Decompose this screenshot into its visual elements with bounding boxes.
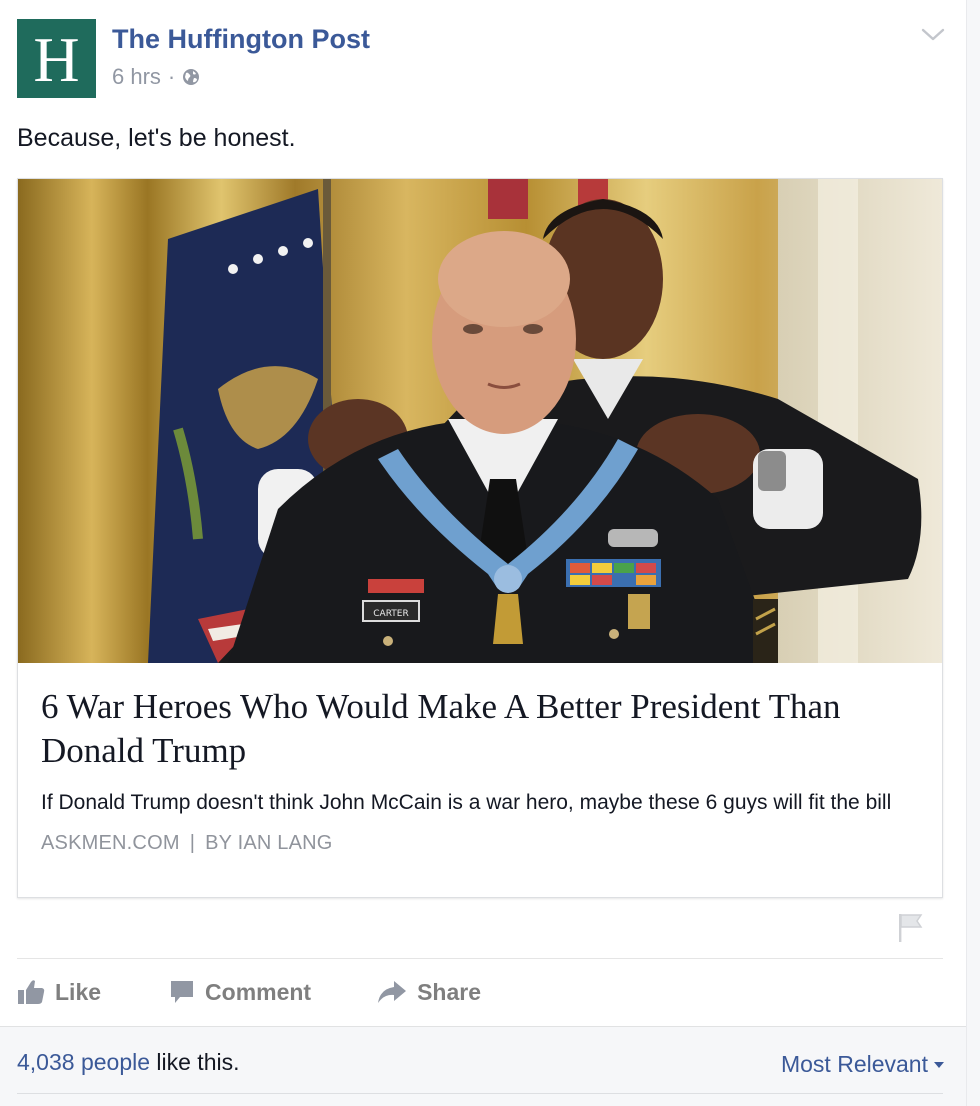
globe-icon[interactable] <box>182 68 200 86</box>
likes-bottom-divider <box>17 1093 943 1094</box>
source-separator: | <box>189 832 196 854</box>
post-meta: 6 hrs · <box>112 64 200 90</box>
like-label: Like <box>55 978 102 1005</box>
chevron-down-icon[interactable] <box>920 24 946 44</box>
likes-suffix: like this. <box>150 1049 240 1075</box>
thumbs-up-icon <box>18 980 45 1004</box>
caret-down-icon <box>934 1061 944 1068</box>
soldier-nametag: CARTER <box>373 609 408 619</box>
page-scrollbar-track[interactable] <box>966 0 980 1106</box>
share-arrow-icon <box>378 981 407 1003</box>
link-preview-card[interactable]: CARTER 6 War Heroes Who Would Make A Bet… <box>17 178 943 898</box>
sort-label: Most Relevant <box>780 1051 928 1077</box>
comment-sort-dropdown[interactable]: Most Relevant <box>781 1051 944 1078</box>
post-message: Because, let's be honest. <box>17 124 296 152</box>
comment-icon <box>171 981 194 1003</box>
comment-button[interactable]: Comment <box>169 979 311 1006</box>
link-description: If Donald Trump doesn't think John McCai… <box>41 791 892 814</box>
link-preview-image[interactable]: CARTER <box>18 179 942 663</box>
link-source-domain: ASKMEN.COM <box>41 832 180 854</box>
flag-icon[interactable] <box>896 912 924 944</box>
link-byline: BY IAN LANG <box>205 832 333 854</box>
likes-count-link[interactable]: 4,038 people <box>17 1049 150 1075</box>
post-actions: Like Comment Share <box>17 974 481 1010</box>
share-label: Share <box>417 978 482 1005</box>
comment-label: Comment <box>205 978 312 1005</box>
avatar-letter: H <box>33 23 80 95</box>
page-name-link[interactable]: The Huffington Post <box>112 24 370 55</box>
like-button[interactable]: Like <box>17 979 101 1006</box>
link-title[interactable]: 6 War Heroes Who Would Make A Better Pre… <box>41 685 921 773</box>
link-source-line: ASKMEN.COM | BY IAN LANG <box>41 832 921 855</box>
post-timestamp[interactable]: 6 hrs <box>112 64 161 90</box>
share-button[interactable]: Share <box>377 979 481 1006</box>
page-avatar[interactable]: H <box>17 19 96 98</box>
feed-post: H The Huffington Post 6 hrs · Because, l… <box>0 0 966 1106</box>
likes-summary-bar: 4,038 people like this. Most Relevant <box>0 1026 966 1106</box>
link-preview-body: 6 War Heroes Who Would Make A Better Pre… <box>41 685 921 855</box>
meta-dot: · <box>167 64 176 89</box>
actions-divider <box>17 958 943 959</box>
likes-summary: 4,038 people like this. <box>17 1049 240 1076</box>
